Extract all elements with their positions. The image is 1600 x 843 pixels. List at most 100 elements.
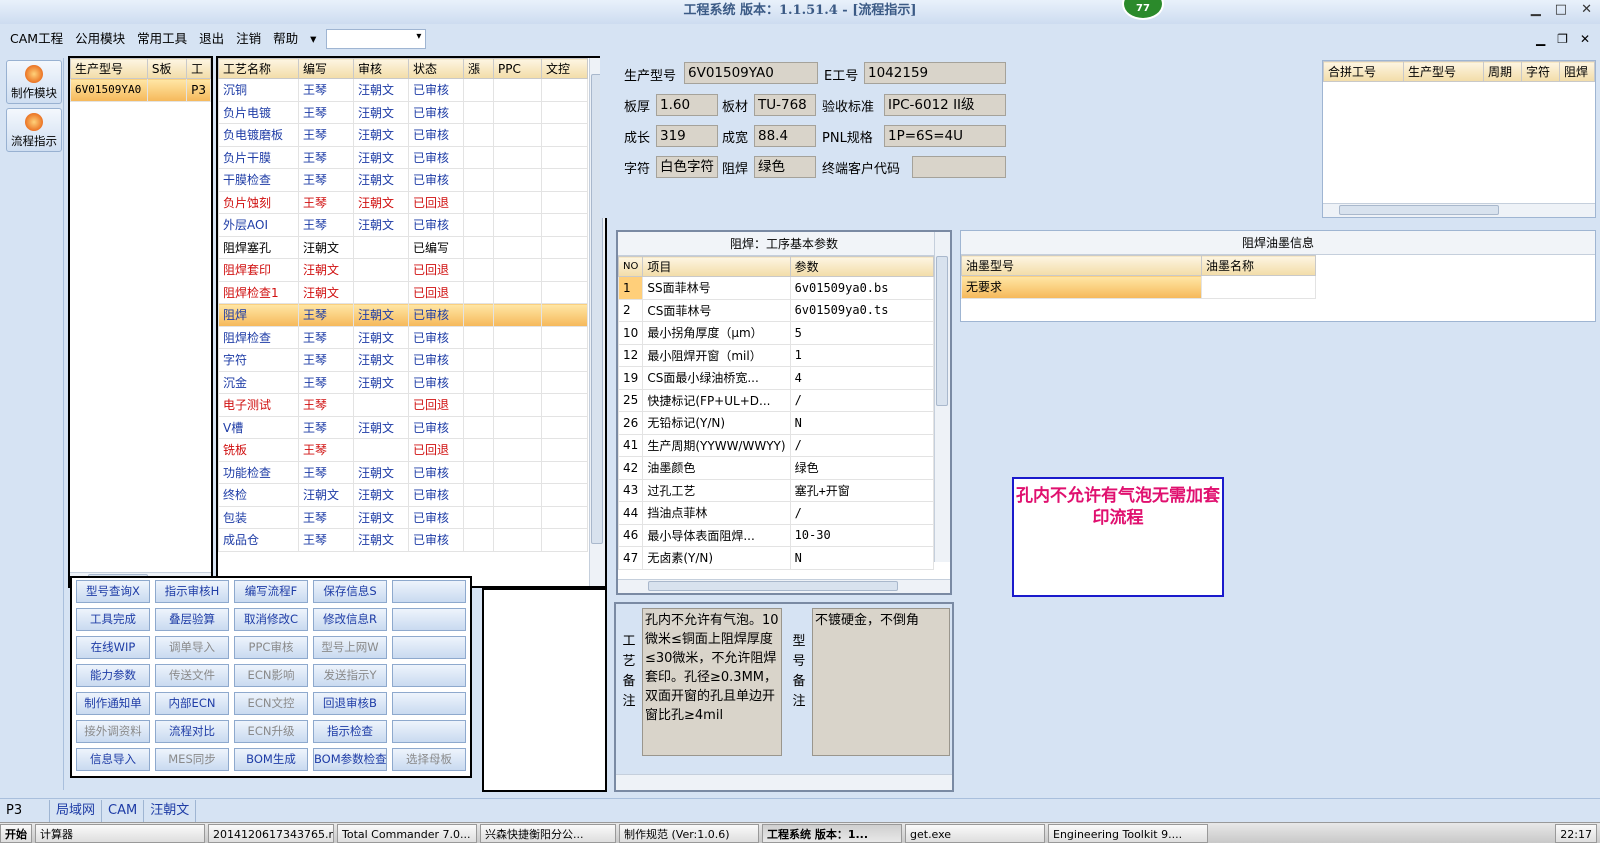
col-doc[interactable]: 文控 bbox=[541, 58, 588, 79]
col-work[interactable]: 工 bbox=[186, 58, 211, 79]
command-button[interactable]: 流程对比 bbox=[155, 720, 229, 743]
command-button[interactable]: 传送文件 bbox=[155, 664, 229, 687]
process-row[interactable]: 外层AOI 王琴 汪朝文 已审核 bbox=[218, 213, 588, 237]
command-button[interactable]: 型号上网W bbox=[313, 636, 387, 659]
taskbar-item[interactable]: 制作规范 (Ver:1.0.6) bbox=[619, 823, 759, 843]
col-item[interactable]: 项目 bbox=[642, 256, 791, 277]
remarks-hscroll[interactable] bbox=[616, 774, 952, 790]
command-button[interactable]: 指示审核H bbox=[155, 580, 229, 603]
taskbar-item[interactable]: 计算器 bbox=[35, 823, 205, 843]
table-row[interactable]: 无要求 bbox=[961, 275, 1316, 299]
process-row[interactable]: 阻焊 王琴 汪朝文 已审核 bbox=[218, 303, 588, 327]
col-no[interactable]: NO bbox=[617, 256, 644, 277]
field-mask[interactable]: 绿色 bbox=[754, 156, 816, 178]
col-reviewer[interactable]: 审核 bbox=[353, 58, 409, 79]
param-row[interactable]: 12 最小阻焊开窗（mil） 1 bbox=[617, 343, 935, 367]
col-expand[interactable]: 漲 bbox=[463, 58, 494, 79]
param-row[interactable]: 43 过孔工艺 塞孔+开窗 bbox=[617, 478, 935, 502]
command-button[interactable]: 指示检查 bbox=[313, 720, 387, 743]
start-button[interactable]: 开始 bbox=[0, 823, 32, 843]
command-button[interactable]: 修改信息R bbox=[313, 608, 387, 631]
process-row[interactable]: 负片蚀刻 王琴 汪朝文 已回退 bbox=[218, 190, 588, 214]
field-material[interactable]: TU-768 bbox=[754, 94, 816, 116]
command-button[interactable]: 接外调资料 bbox=[76, 720, 150, 743]
process-remark-text[interactable]: 孔内不允许有气泡。10微米≤铜面上阻焊厚度≤30微米，不允许阻焊套印。孔径≥0.… bbox=[642, 608, 782, 756]
field-e-no[interactable]: 1042159 bbox=[864, 62, 1006, 84]
param-row[interactable]: 1 SS面菲林号 6v01509ya0.bs bbox=[617, 276, 935, 300]
field-char[interactable]: 白色字符 bbox=[656, 156, 718, 178]
params-hscroll[interactable] bbox=[618, 579, 950, 593]
col-status[interactable]: 状态 bbox=[408, 58, 464, 79]
menu-overflow-icon[interactable]: ▾ bbox=[304, 26, 322, 52]
process-row[interactable]: 负片干膜 王琴 汪朝文 已审核 bbox=[218, 145, 588, 169]
menu-combo[interactable] bbox=[326, 29, 427, 49]
param-row[interactable]: 41 生产周期(YYWW/WWYY) / bbox=[617, 433, 935, 457]
nav-make-module[interactable]: 制作模块 bbox=[6, 60, 62, 104]
command-button[interactable]: BOM生成 bbox=[234, 748, 308, 771]
command-button[interactable]: 保存信息S bbox=[313, 580, 387, 603]
taskbar-item[interactable]: Engineering Toolkit 9.... bbox=[1048, 823, 1208, 843]
process-row[interactable]: 负片电镀 王琴 汪朝文 已审核 bbox=[218, 100, 588, 124]
command-button[interactable]: 能力参数 bbox=[76, 664, 150, 687]
table-row[interactable]: 6V01509YA0 P3 bbox=[70, 78, 211, 102]
command-button[interactable]: BOM参数检查 bbox=[313, 748, 387, 771]
menu-help[interactable]: 帮助 bbox=[267, 26, 304, 52]
command-button[interactable]: 工具完成 bbox=[76, 608, 150, 631]
command-button[interactable]: 型号查询X bbox=[76, 580, 150, 603]
process-row[interactable]: 阻焊检查1 汪朝文 已回退 bbox=[218, 280, 588, 304]
model-remark-text[interactable]: 不镀硬金，不倒角 bbox=[812, 608, 950, 756]
process-row[interactable]: 包装 王琴 汪朝文 已审核 bbox=[218, 505, 588, 529]
col-writer[interactable]: 编写 bbox=[298, 58, 354, 79]
param-row[interactable]: 19 CS面最小绿油桥宽... 4 bbox=[617, 366, 935, 390]
field-prod-model[interactable]: 6V01509YA0 bbox=[684, 62, 818, 84]
col-merge-mask[interactable]: 阻焊 bbox=[1559, 61, 1595, 82]
col-process[interactable]: 工艺名称 bbox=[218, 58, 299, 79]
param-row[interactable]: 46 最小导体表面阻焊... 10-30 bbox=[617, 523, 935, 547]
menu-exit[interactable]: 退出 bbox=[193, 26, 230, 52]
command-button[interactable] bbox=[392, 720, 466, 743]
command-button[interactable] bbox=[392, 580, 466, 603]
menu-logout[interactable]: 注销 bbox=[230, 26, 267, 52]
close-icon[interactable]: ✕ bbox=[1581, 2, 1592, 17]
params-vscroll[interactable] bbox=[934, 232, 950, 562]
command-button[interactable] bbox=[392, 636, 466, 659]
field-length[interactable]: 319 bbox=[656, 125, 718, 147]
param-row[interactable]: 25 快捷标记(FP+UL+D... / bbox=[617, 388, 935, 412]
minimize-icon[interactable]: ▁ bbox=[1531, 2, 1541, 17]
status-combo[interactable]: P3 bbox=[0, 799, 50, 822]
field-pnl[interactable]: 1P=6S=4U bbox=[884, 125, 1006, 147]
process-row[interactable]: 功能检查 王琴 汪朝文 已审核 bbox=[218, 460, 588, 484]
scroll-thumb[interactable] bbox=[936, 256, 948, 406]
process-row[interactable]: 电子测试 王琴 已回退 bbox=[218, 393, 588, 417]
process-row[interactable]: 阻焊塞孔 汪朝文 已编写 bbox=[218, 235, 588, 259]
taskbar-item[interactable]: 工程系统 版本：1... bbox=[762, 823, 902, 843]
merge-hscroll[interactable] bbox=[1323, 203, 1595, 217]
command-button[interactable]: 在线WIP bbox=[76, 636, 150, 659]
col-ppc[interactable]: PPC bbox=[493, 58, 542, 79]
mdi-restore-icon[interactable]: ❐ bbox=[1557, 32, 1568, 46]
command-button[interactable]: 取消修改C bbox=[234, 608, 308, 631]
col-merge-model[interactable]: 生产型号 bbox=[1403, 61, 1484, 82]
col-ink-name[interactable]: 油墨名称 bbox=[1201, 255, 1316, 276]
process-row[interactable]: 沉铜 王琴 汪朝文 已审核 bbox=[218, 78, 588, 102]
col-merge-char[interactable]: 字符 bbox=[1521, 61, 1560, 82]
menu-tools[interactable]: 常用工具 bbox=[131, 26, 193, 52]
param-row[interactable]: 2 CS面菲林号 6v01509ya0.ts bbox=[617, 298, 935, 322]
col-param[interactable]: 参数 bbox=[789, 256, 935, 277]
command-button[interactable]: 发送指示Y bbox=[313, 664, 387, 687]
col-model[interactable]: 生产型号 bbox=[70, 58, 148, 79]
command-button[interactable] bbox=[392, 664, 466, 687]
command-button[interactable]: 选择母板 bbox=[392, 748, 466, 771]
command-button[interactable]: 制作通知单 bbox=[76, 692, 150, 715]
process-row[interactable]: 铣板 王琴 已回退 bbox=[218, 438, 588, 462]
command-button[interactable]: MES同步 bbox=[155, 748, 229, 771]
command-button[interactable]: PPC审核 bbox=[234, 636, 308, 659]
process-row[interactable]: 阻焊套印 汪朝文 已回退 bbox=[218, 258, 588, 282]
command-button[interactable]: ECN升级 bbox=[234, 720, 308, 743]
mdi-minimize-icon[interactable]: ▁ bbox=[1536, 32, 1545, 46]
command-button[interactable]: 叠层验算 bbox=[155, 608, 229, 631]
process-row[interactable]: 沉金 王琴 汪朝文 已审核 bbox=[218, 370, 588, 394]
col-s-board[interactable]: S板 bbox=[146, 58, 188, 79]
field-width[interactable]: 88.4 bbox=[754, 125, 816, 147]
param-row[interactable]: 47 无卤素(Y/N) N bbox=[617, 546, 935, 570]
